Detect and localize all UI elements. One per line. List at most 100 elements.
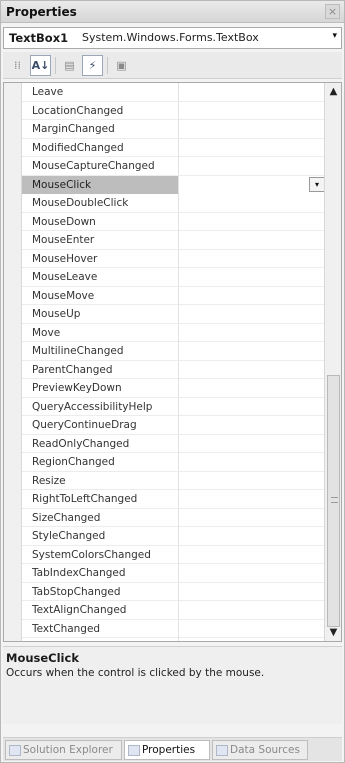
- property-row[interactable]: Move: [22, 323, 325, 342]
- tab-properties[interactable]: Properties: [124, 740, 210, 760]
- property-row[interactable]: MarginChanged: [22, 120, 325, 139]
- property-row[interactable]: ReadOnlyChanged: [22, 434, 325, 453]
- events-button[interactable]: ⚡: [82, 55, 103, 76]
- description-pane: MouseClick Occurs when the control is cl…: [3, 646, 342, 724]
- property-row[interactable]: TextChanged: [22, 619, 325, 638]
- property-row[interactable]: ParentChanged: [22, 360, 325, 379]
- event-handler-value[interactable]: [178, 268, 325, 286]
- property-row[interactable]: MouseMove: [22, 286, 325, 305]
- event-handler-value[interactable]: [178, 564, 325, 582]
- event-handler-value[interactable]: [178, 360, 325, 379]
- property-row[interactable]: MouseCaptureChanged: [22, 157, 325, 176]
- event-handler-value[interactable]: [178, 157, 325, 175]
- event-handler-value[interactable]: [178, 397, 325, 416]
- scrollbar-thumb[interactable]: [327, 375, 340, 627]
- title-bar: Properties ×: [1, 1, 344, 23]
- event-handler-value[interactable]: [178, 138, 325, 157]
- event-handler-value[interactable]: [178, 582, 325, 601]
- toolbar: ⁞⁞ A↓ ▤ ⚡ ▣: [3, 52, 342, 79]
- chevron-down-icon[interactable]: ▾: [309, 176, 325, 192]
- property-row[interactable]: RightToLeftChanged: [22, 490, 325, 509]
- property-pages-button[interactable]: ▣: [111, 55, 132, 76]
- property-row[interactable]: MouseHover: [22, 249, 325, 268]
- property-row[interactable]: PreviewKeyDown: [22, 379, 325, 398]
- tab-label: Data Sources: [230, 744, 300, 756]
- tab-solution-explorer[interactable]: Solution Explorer: [5, 740, 122, 760]
- event-handler-value[interactable]: [178, 212, 325, 231]
- event-handler-value[interactable]: [178, 490, 325, 508]
- tab-label: Solution Explorer: [23, 744, 113, 756]
- event-handler-value[interactable]: [178, 120, 325, 138]
- scroll-up-icon[interactable]: ▲: [326, 84, 341, 99]
- property-row[interactable]: Resize: [22, 471, 325, 490]
- chevron-down-icon[interactable]: ▾: [332, 31, 337, 41]
- toolbar-separator: [55, 57, 56, 74]
- event-handler-value[interactable]: [178, 286, 325, 305]
- property-row[interactable]: QueryAccessibilityHelp: [22, 397, 325, 416]
- property-row[interactable]: MouseLeave: [22, 268, 325, 287]
- property-row[interactable]: ModifiedChanged: [22, 138, 325, 157]
- event-handler-value[interactable]: [178, 601, 325, 619]
- property-row[interactable]: RegionChanged: [22, 453, 325, 472]
- event-handler-value[interactable]: [178, 434, 325, 453]
- property-row[interactable]: Leave: [22, 83, 325, 102]
- property-row[interactable]: MouseClick ▾: [22, 175, 325, 194]
- event-handler-value[interactable]: [178, 619, 325, 638]
- property-row[interactable]: MouseDoubleClick: [22, 194, 325, 213]
- properties-window: Properties × TextBox1 System.Windows.For…: [0, 0, 345, 763]
- object-name: TextBox1: [9, 31, 69, 45]
- event-handler-value[interactable]: [178, 471, 325, 490]
- scroll-down-icon[interactable]: ▼: [326, 625, 341, 640]
- event-handler-value[interactable]: [178, 231, 325, 249]
- property-row[interactable]: SizeChanged: [22, 508, 325, 527]
- property-row[interactable]: SystemColorsChanged: [22, 545, 325, 564]
- property-row[interactable]: TabStopChanged: [22, 582, 325, 601]
- event-name: Validated: [32, 641, 180, 642]
- property-row[interactable]: TextAlignChanged: [22, 601, 325, 620]
- vertical-scrollbar[interactable]: ▲ ▼: [324, 83, 341, 641]
- event-handler-value[interactable]: ▾: [178, 175, 325, 194]
- close-icon[interactable]: ×: [325, 4, 340, 19]
- solution-explorer-icon: [9, 745, 21, 756]
- data-sources-icon: [216, 745, 228, 756]
- event-handler-value[interactable]: [178, 453, 325, 471]
- property-row[interactable]: Validated: [22, 638, 325, 642]
- event-handler-value[interactable]: [178, 638, 325, 641]
- alphabetical-button[interactable]: A↓: [30, 55, 51, 76]
- property-row[interactable]: QueryContinueDrag: [22, 416, 325, 435]
- window-title: Properties: [6, 5, 77, 19]
- event-handler-value[interactable]: [178, 508, 325, 527]
- properties-icon: [128, 745, 140, 756]
- tab-label: Properties: [142, 744, 196, 756]
- event-handler-value[interactable]: [178, 416, 325, 434]
- event-handler-value[interactable]: [178, 83, 325, 101]
- property-row[interactable]: StyleChanged: [22, 527, 325, 546]
- event-handler-value[interactable]: [178, 249, 325, 268]
- event-handler-value[interactable]: [178, 305, 325, 323]
- description-title: MouseClick: [6, 651, 79, 665]
- bottom-tabs: Solution Explorer Properties Data Source…: [3, 737, 342, 761]
- description-text: Occurs when the control is clicked by th…: [6, 667, 265, 679]
- event-handler-value[interactable]: [178, 379, 325, 397]
- property-row[interactable]: MouseUp: [22, 305, 325, 324]
- property-row[interactable]: LocationChanged: [22, 101, 325, 120]
- event-name: MouseClick: [22, 175, 178, 194]
- property-row[interactable]: MouseDown: [22, 212, 325, 231]
- object-selector[interactable]: TextBox1 System.Windows.Forms.TextBox ▾: [3, 27, 342, 49]
- event-handler-value[interactable]: [178, 527, 325, 545]
- event-handler-value[interactable]: [178, 101, 325, 120]
- object-type: System.Windows.Forms.TextBox: [82, 31, 259, 44]
- grid-gutter: [4, 83, 22, 641]
- event-handler-value[interactable]: [178, 545, 325, 564]
- event-handler-value[interactable]: [178, 323, 325, 342]
- properties-button[interactable]: ▤: [59, 55, 80, 76]
- property-row[interactable]: MouseEnter: [22, 231, 325, 250]
- event-handler-value[interactable]: [178, 342, 325, 360]
- tab-data-sources[interactable]: Data Sources: [212, 740, 308, 760]
- property-grid: Leave LocationChanged MarginChanged Modifie…: [3, 82, 342, 642]
- thumb-grip-icon: [331, 497, 338, 503]
- event-handler-value[interactable]: [178, 194, 325, 212]
- categorized-button[interactable]: ⁞⁞: [7, 55, 28, 76]
- property-row[interactable]: MultilineChanged: [22, 342, 325, 361]
- property-row[interactable]: TabIndexChanged: [22, 564, 325, 583]
